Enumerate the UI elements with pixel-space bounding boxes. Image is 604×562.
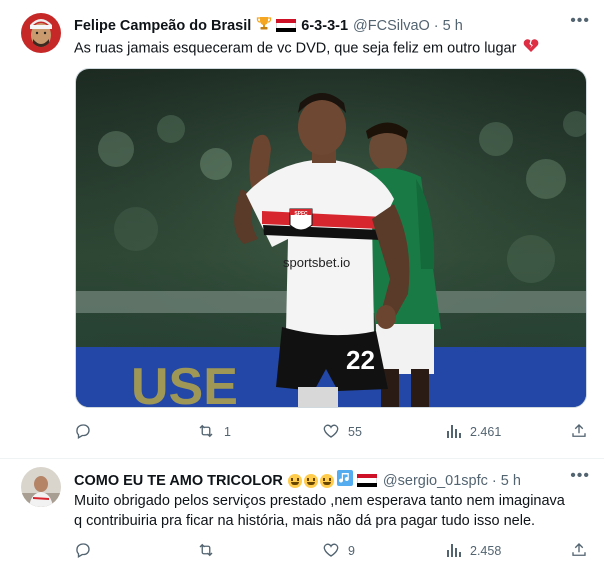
avatar[interactable] [21,13,61,53]
views-count: 2.458 [470,544,502,558]
like-icon [322,422,340,443]
name-suffix: 6-3-3-1 [301,17,349,34]
tweet-text-content: As ruas jamais esqueceram de vc DVD, que… [74,40,517,57]
trophy-icon [256,15,272,36]
broken-heart-icon [523,38,539,59]
views-icon [446,423,462,442]
separator-dot: · [433,17,439,34]
like-button[interactable]: 55 [322,422,362,443]
retweet-button[interactable]: 1 [196,422,231,443]
separator-dot: · [491,472,497,489]
reply-button[interactable] [74,422,100,443]
grinning-face-icon [287,473,302,488]
tweet-header: COMO EU TE AMO TRICOLOR @sergio_01spfc ·… [74,470,521,491]
retweet-count: 1 [224,425,231,439]
timestamp[interactable]: 5 h [443,17,463,35]
views-button[interactable]: 2.461 [446,423,501,442]
tweet-1[interactable]: Felipe Campeão do Brasil 6-3-3-1 @FCSilv… [0,0,604,458]
avatar[interactable] [21,467,61,507]
like-count: 55 [348,425,362,439]
display-name[interactable]: COMO EU TE AMO TRICOLOR [74,472,283,490]
more-icon[interactable]: ••• [570,12,590,30]
egypt-flag-icon [356,474,377,487]
retweet-button[interactable] [196,541,224,562]
like-button[interactable]: 9 [322,541,355,562]
views-count: 2.461 [470,425,502,439]
views-button[interactable]: 2.458 [446,542,501,561]
tweet-text: As ruas jamais esqueceram de vc DVD, que… [74,38,539,59]
like-icon [322,541,340,562]
like-count: 9 [348,544,355,558]
timestamp[interactable]: 5 h [501,472,521,490]
share-icon [570,541,588,562]
tweet-text-line-1: Muito obrigado pelos serviços prestado ,… [74,493,565,509]
tweet-actions: 1 55 2.461 [74,422,594,442]
views-icon [446,542,462,561]
reply-icon [74,541,92,562]
share-button[interactable] [570,422,588,443]
egypt-flag-icon [276,19,297,32]
reply-icon [74,422,92,443]
reply-button[interactable] [74,541,100,562]
handle[interactable]: @sergio_01spfc [383,472,488,490]
badge-text: SPFC [294,211,308,217]
retweet-icon [196,422,216,443]
retweet-icon [196,541,216,562]
tweet-actions: 9 2.458 [74,541,594,561]
handle[interactable]: @FCSilvaO [353,17,430,35]
board-text: USE [131,358,238,408]
shirt-number: 22 [346,345,375,375]
grinning-face-icon [303,473,318,488]
share-icon [570,422,588,443]
tweet-text-line-2: q contribuiria pra ficar na história, ma… [74,513,536,529]
tweet-2[interactable]: COMO EU TE AMO TRICOLOR @sergio_01spfc ·… [0,459,604,561]
grinning-face-icon [319,473,334,488]
tweet-image[interactable]: USE SPFC sportsbet.io 22 [75,68,587,408]
shirt-sponsor: sportsbet.io [283,255,350,270]
share-button[interactable] [570,541,588,562]
display-name[interactable]: Felipe Campeão do Brasil [74,17,251,35]
more-icon[interactable]: ••• [570,467,590,485]
music-note-icon [336,470,353,491]
tweet-header: Felipe Campeão do Brasil 6-3-3-1 @FCSilv… [74,15,463,36]
